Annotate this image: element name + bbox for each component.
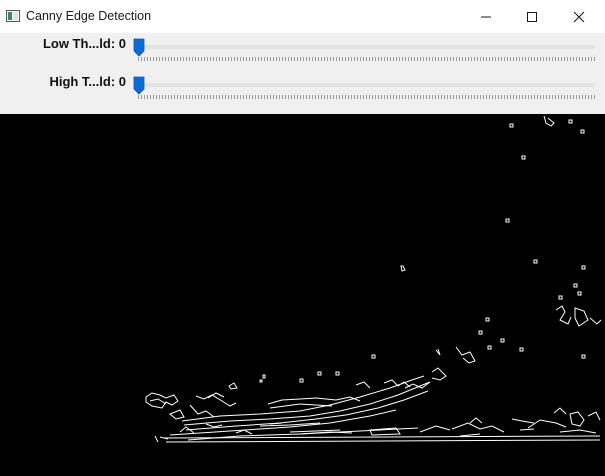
trackbar-high-threshold: High T...ld: 0 <box>0 71 605 101</box>
title-bar[interactable]: Canny Edge Detection <box>0 0 605 34</box>
maximize-button[interactable] <box>509 0 555 33</box>
high-threshold-slider-thumb[interactable] <box>133 76 145 95</box>
high-threshold-label: High T...ld: 0 <box>49 74 126 89</box>
low-threshold-track[interactable] <box>136 45 595 49</box>
high-threshold-track[interactable] <box>136 83 595 87</box>
app-icon <box>6 10 20 22</box>
minimize-icon <box>481 16 491 17</box>
low-threshold-slider-thumb[interactable] <box>133 38 145 57</box>
canny-edges-output <box>145 115 602 443</box>
trackbar-panel: Low Th...ld: 0 High T...ld: 0 <box>0 33 605 114</box>
low-threshold-label: Low Th...ld: 0 <box>42 36 126 51</box>
canny-window: Canny Edge Detection Low Th...ld: 0 High… <box>0 0 605 471</box>
maximize-icon <box>527 11 537 22</box>
minimize-button[interactable] <box>463 0 509 33</box>
trackbar-low-threshold: Low Th...ld: 0 <box>0 33 605 63</box>
low-threshold-ticks <box>138 57 595 61</box>
high-threshold-ticks <box>138 95 595 99</box>
close-button[interactable] <box>556 0 602 33</box>
edge-image-canvas <box>0 114 605 471</box>
close-icon <box>573 11 585 22</box>
window-title: Canny Edge Detection <box>26 9 152 23</box>
